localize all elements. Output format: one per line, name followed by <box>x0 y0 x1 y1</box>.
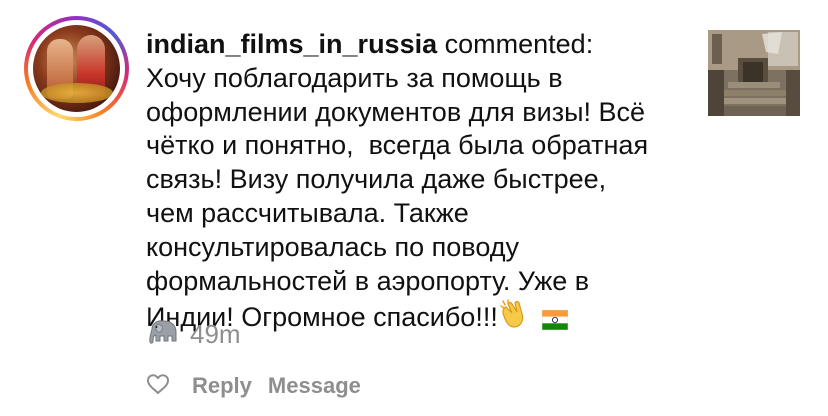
comment-text: indian_films_in_russia commented: Хочу п… <box>146 28 691 339</box>
comment-meta: 49m <box>146 316 241 352</box>
comment-line: чётко и понятно, всегда была обратная <box>146 130 649 161</box>
avatar-border <box>28 20 125 117</box>
comment-line: чем рассчитывала. Также <box>146 197 469 228</box>
avatar-image <box>33 25 120 112</box>
comment-line: консультировалась по поводу <box>146 231 520 262</box>
heart-icon[interactable] <box>146 372 170 401</box>
comment-header-line: indian_films_in_russia commented: <box>146 28 691 62</box>
comment-actions: Reply Message <box>146 368 361 404</box>
comment-line: Хочу поблагодарить за помощь в <box>146 62 563 93</box>
post-thumbnail[interactable] <box>708 30 800 116</box>
comment-line: оформлении документов для визы! Всё <box>146 96 646 127</box>
clapping-hands-icon <box>498 298 530 339</box>
reply-button[interactable]: Reply <box>192 373 252 399</box>
comment-username[interactable]: indian_films_in_russia <box>146 29 437 59</box>
comment-action: commented: <box>444 29 594 59</box>
message-button[interactable]: Message <box>268 373 361 399</box>
avatar[interactable] <box>24 16 129 121</box>
avatar-gold-decoration <box>41 83 113 103</box>
comment-line: формальностей в аэропорту. Уже в <box>146 265 590 296</box>
india-flag-icon <box>541 305 569 339</box>
elephant-icon <box>146 317 180 352</box>
comment-line: связь! Визу получила даже быстрее, <box>146 164 607 195</box>
comment-time: 49m <box>190 318 241 349</box>
